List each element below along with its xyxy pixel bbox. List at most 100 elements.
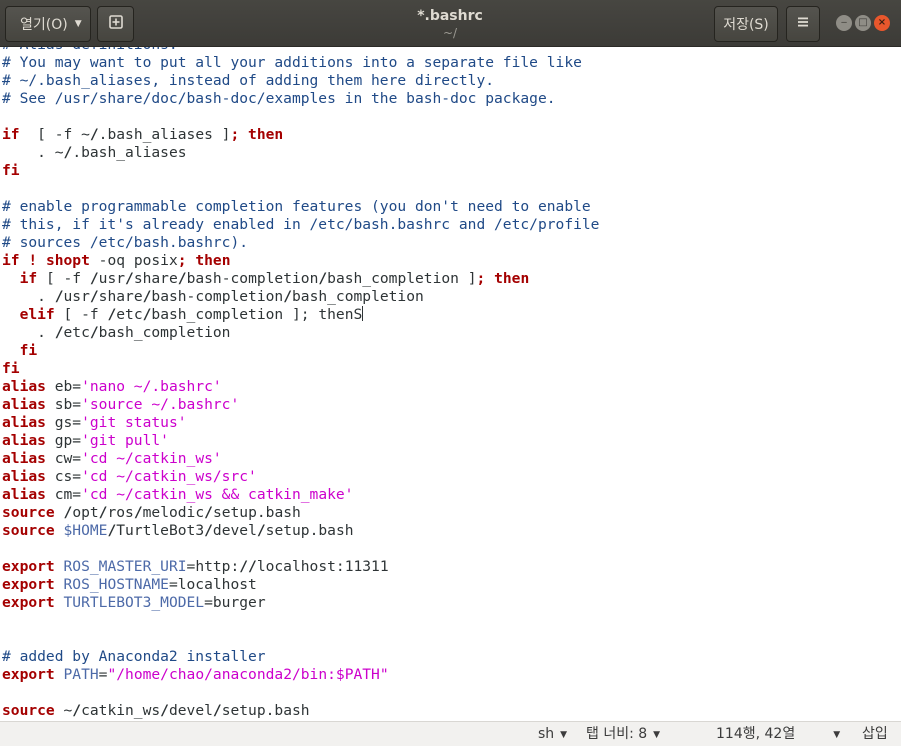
code-line: if [ -f /usr/share/bash-completion/bash_… — [2, 270, 599, 288]
code-token: / — [89, 270, 99, 287]
code-token: / — [107, 306, 117, 323]
code-token: / — [133, 504, 143, 521]
window-subtitle: ~/ — [442, 26, 458, 40]
code-token: / — [177, 270, 187, 287]
code-line: fi — [2, 360, 599, 378]
code-token: devel — [212, 522, 257, 539]
window-title-group: *.bashrc ~/ — [300, 7, 600, 41]
code-token: usr — [63, 288, 90, 305]
code-line: . /etc/bash_completion — [2, 324, 599, 342]
insert-mode-indicator: 삽입 — [862, 725, 888, 743]
code-token: catkin_ws — [81, 702, 161, 719]
tab-width-selector[interactable]: 탭 너비: 8 ▼ — [586, 725, 660, 743]
code-token: / — [63, 144, 73, 161]
open-button[interactable]: 열기(O) ▼ — [5, 6, 91, 42]
code-token: cw= — [45, 450, 82, 467]
code-line: alias gs='git status' — [2, 414, 599, 432]
code-token: fi — [2, 162, 20, 179]
code-token: / — [125, 270, 134, 287]
code-line: source $HOME/TurtleBot3/devel/setup.bash — [2, 522, 599, 540]
close-icon[interactable]: × — [874, 15, 890, 31]
open-button-label: 열기(O) — [20, 17, 68, 33]
menu-button[interactable] — [786, 6, 820, 42]
code-line: # added by Anaconda2 installer — [2, 648, 599, 666]
code-token: / — [160, 702, 169, 719]
language-selector[interactable]: sh ▼ — [538, 725, 567, 743]
code-token: fi — [19, 342, 38, 359]
chevron-down-icon: ▼ — [833, 730, 841, 740]
code-token: [ -f ~ — [19, 126, 90, 143]
code-token: bash_completion ] — [327, 270, 477, 287]
code-token: etc — [116, 306, 143, 323]
code-lines: # Alias definitions.# You may want to pu… — [2, 47, 599, 720]
code-line: alias gp='git pull' — [2, 432, 599, 450]
code-token: ~ — [54, 702, 73, 719]
code-token: / — [107, 522, 117, 539]
save-button[interactable]: 저장(S) — [714, 6, 778, 42]
code-token: ! shopt — [28, 252, 90, 269]
code-token: / — [256, 522, 266, 539]
code-token: / — [89, 324, 99, 341]
save-button-label: 저장(S) — [723, 17, 769, 33]
code-token: PATH — [63, 666, 99, 683]
code-token: usr — [98, 270, 126, 287]
hamburger-menu-icon — [796, 15, 810, 33]
window-title: *.bashrc — [417, 8, 483, 24]
code-token: 'cd ~/catkin_ws/src' — [81, 468, 257, 485]
code-token: ros — [107, 504, 134, 521]
code-token: ; then — [476, 270, 530, 287]
new-document-button[interactable] — [97, 6, 134, 42]
code-token: 'git pull' — [81, 432, 169, 449]
code-token: =localhost — [168, 576, 257, 593]
cursor-position-label: 114행, 42열 — [716, 726, 796, 742]
code-token: ; then — [230, 126, 284, 143]
code-token: / — [283, 288, 292, 305]
code-token: .bash_aliases — [72, 144, 187, 161]
cursor-position-selector[interactable]: 114행, 42열 ▼ — [716, 725, 840, 743]
code-token: $HOME — [63, 522, 108, 539]
code-token: source — [2, 504, 55, 521]
code-token: / — [72, 702, 82, 719]
code-token: export — [2, 594, 55, 611]
code-line: if [ -f ~/.bash_aliases ]; then — [2, 126, 599, 144]
code-token: 'source ~/.bashrc' — [81, 396, 240, 413]
code-token: devel — [168, 702, 213, 719]
header-bar: 열기(O) ▼ *.bashrc ~/ 저장(S) ‒ □ × — [0, 0, 901, 47]
text-editor[interactable]: # Alias definitions.# You may want to pu… — [0, 47, 901, 721]
code-token: # this, if it's already enabled in /etc/… — [2, 216, 600, 233]
code-token: -oq posix — [89, 252, 178, 269]
minimize-icon[interactable]: ‒ — [836, 15, 852, 31]
code-token: bash_completion — [98, 324, 231, 341]
code-token: sb= — [45, 396, 82, 413]
code-token: [ -f — [54, 306, 108, 323]
code-token: # Alias definitions. — [2, 47, 178, 53]
code-line: alias cw='cd ~/catkin_ws' — [2, 450, 599, 468]
code-token: . — [2, 288, 55, 305]
code-line: alias eb='nano ~/.bashrc' — [2, 378, 599, 396]
code-token: alias — [2, 486, 46, 503]
code-line: # sources /etc/bash.bashrc). — [2, 234, 599, 252]
code-token: export — [2, 666, 55, 683]
code-token: # ~/.bash_aliases, instead of adding the… — [2, 72, 495, 89]
code-token: alias — [2, 450, 46, 467]
code-token: 'cd ~/catkin_ws' — [81, 450, 222, 467]
code-token: [ -f — [37, 270, 90, 287]
code-token: . — [2, 324, 55, 341]
chevron-down-icon: ▼ — [74, 19, 82, 29]
code-token: elif — [19, 306, 55, 323]
status-bar: sh ▼ 탭 너비: 8 ▼ 114행, 42열 ▼ 삽입 — [0, 721, 901, 746]
code-token: alias — [2, 468, 46, 485]
maximize-icon[interactable]: □ — [855, 15, 871, 31]
code-token: share — [98, 288, 143, 305]
code-token: export — [2, 558, 55, 575]
code-token: source — [2, 522, 55, 539]
